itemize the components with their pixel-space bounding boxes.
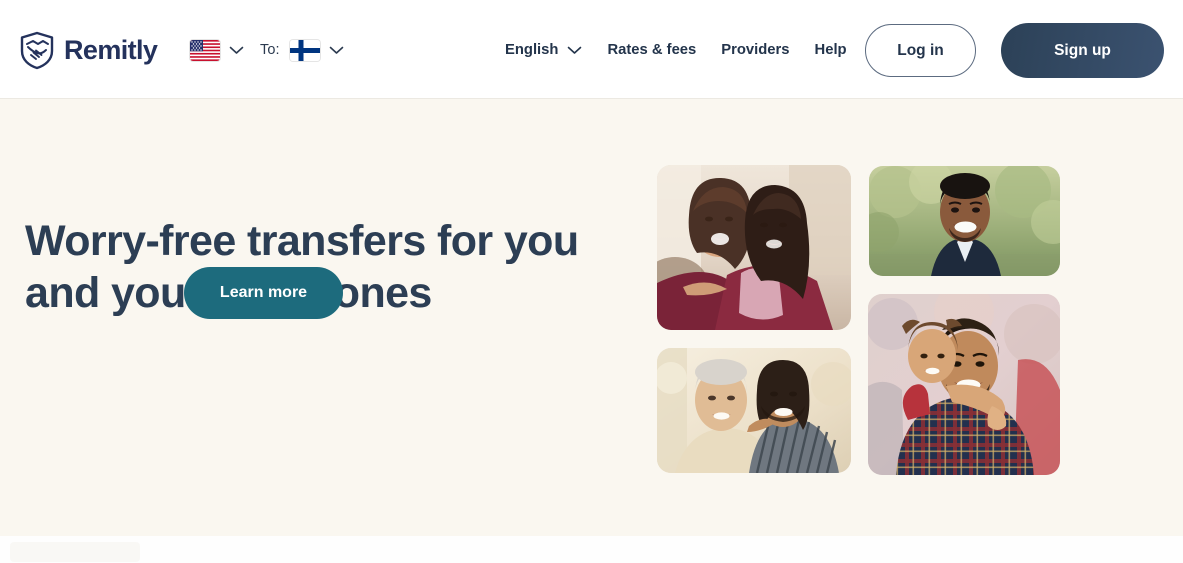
chevron-down-icon — [229, 46, 244, 55]
flag-united-states — [190, 39, 220, 61]
log-in-button[interactable]: Log in — [865, 24, 976, 77]
shield-handshake-icon — [19, 31, 55, 70]
hero-section: Worry-free transfers for you and your lo… — [0, 99, 1183, 536]
nav-item-label: Help — [814, 42, 847, 58]
main-navigation: English Rates & fees Providers Help — [505, 38, 847, 62]
auth-actions: Log in Sign up — [865, 23, 1164, 78]
flag-finland — [289, 39, 320, 61]
nav-item-rates-and-fees[interactable]: Rates & fees — [607, 42, 696, 58]
brand-logo-link[interactable]: Remitly — [19, 31, 158, 70]
chevron-down-icon — [329, 46, 344, 55]
corridor-selector: To: — [186, 36, 348, 64]
site-header: Remitly To: English Rates & fees Provide… — [0, 0, 1183, 99]
send-from-country-selector[interactable] — [186, 38, 248, 63]
next-section-placeholder — [10, 542, 140, 562]
chevron-down-icon — [567, 46, 582, 55]
hero-photo-collage — [0, 99, 1183, 536]
photo-man-with-girl-piggyback — [868, 294, 1060, 475]
photo-two-women-embracing — [657, 165, 851, 330]
nav-item-english[interactable]: English — [505, 42, 582, 58]
page-root: Remitly To: English Rates & fees Provide… — [0, 0, 1183, 563]
corridor-to-label: To: — [260, 42, 280, 58]
nav-item-help[interactable]: Help — [815, 42, 847, 58]
next-section-peek — [0, 536, 1183, 563]
sign-up-button[interactable]: Sign up — [1001, 23, 1164, 78]
nav-item-providers[interactable]: Providers — [721, 42, 789, 58]
send-to-country-selector[interactable] — [286, 38, 348, 63]
nav-item-label: Providers — [721, 42, 790, 58]
nav-item-label: English — [505, 42, 559, 58]
nav-item-label: Rates & fees — [607, 42, 697, 58]
photo-smiling-man-outdoors — [869, 166, 1060, 276]
photo-elderly-woman-and-man — [657, 348, 851, 473]
brand-name: Remitly — [64, 35, 158, 65]
